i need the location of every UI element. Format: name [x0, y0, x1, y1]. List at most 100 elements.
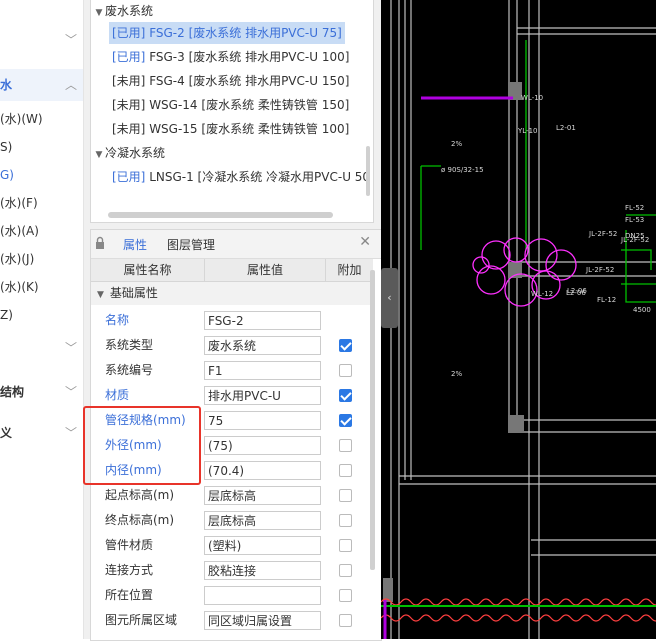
chevron-up-icon: ︿ [64, 78, 77, 92]
chevron-down-icon: ﹀ [64, 33, 77, 47]
property-name: 连接方式 [105, 563, 154, 577]
close-icon[interactable]: ✕ [359, 234, 371, 250]
lock-icon[interactable] [95, 236, 105, 250]
cad-label: ø 90S/32-15 [441, 166, 484, 174]
property-row: 终点标高(m) 层底标高 [91, 508, 373, 533]
nav-item-z[interactable]: Z) [0, 301, 83, 329]
attach-checkbox[interactable] [339, 489, 352, 502]
nav-item-f[interactable]: (水)(F) [0, 189, 83, 217]
caret-down-icon: ▼ [97, 290, 104, 300]
attach-checkbox[interactable] [339, 539, 352, 552]
left-nav: ﹀ 水 ︿ (水)(W) S) G) (水)(F) (水)(A) (水)(J) (… [0, 0, 84, 639]
property-name: 名称 [105, 313, 130, 327]
nav-item-s[interactable]: S) [0, 133, 83, 161]
attach-checkbox[interactable] [339, 614, 352, 627]
property-value-field[interactable]: (70.4) [204, 461, 321, 480]
cad-label: 4500 [633, 306, 651, 314]
tree-item[interactable]: [已用] LNSG-1 [冷凝水系统 冷凝水用PVC-U 50 [109, 166, 373, 188]
property-value-field[interactable]: 胶粘连接 [204, 561, 321, 580]
attach-checkbox[interactable] [339, 464, 352, 477]
property-value-field[interactable]: (塑料) [204, 536, 321, 555]
property-value-field[interactable]: (75) [204, 436, 321, 455]
nav-row-structure[interactable]: 结构 ﹀ [0, 378, 83, 406]
property-value-field[interactable]: 层底标高 [204, 511, 321, 530]
cad-label: JL-2F-52 [585, 266, 614, 274]
property-value-field[interactable]: F1 [204, 361, 321, 380]
cad-label: L2-06 [567, 287, 587, 295]
property-value-field[interactable]: 层底标高 [204, 486, 321, 505]
property-row: 所在位置 [91, 583, 373, 608]
nav-item-g[interactable]: G) [0, 161, 83, 189]
property-name: 所在位置 [105, 588, 154, 602]
property-value-field[interactable]: 废水系统 [204, 336, 321, 355]
property-value-field[interactable]: 同区域归属设置 [204, 611, 321, 630]
tab-properties[interactable]: 属性 [123, 236, 147, 253]
property-name: 图元所属区域 [105, 613, 178, 627]
pipe-tree: ▼ 废水系统 [已用] FSG-2 [废水系统 排水用PVC-U 75] [已用]… [90, 0, 374, 223]
property-name: 系统类型 [105, 338, 154, 352]
section-basic-props[interactable]: ▼ 基础属性 [91, 282, 373, 305]
cad-label: FL-53 [625, 216, 644, 224]
cad-label: FL-52 [625, 204, 644, 212]
attach-checkbox[interactable] [339, 564, 352, 577]
tree-group-waste[interactable]: ▼ 废水系统 [93, 0, 153, 22]
cad-label: WL-12 [531, 290, 553, 298]
cad-label: FL-12 [597, 296, 616, 304]
property-name: 管件材质 [105, 538, 154, 552]
caret-down-icon: ▼ [95, 8, 103, 18]
nav-item-j[interactable]: (水)(J) [0, 245, 83, 273]
attach-checkbox[interactable] [339, 364, 352, 377]
attach-checkbox[interactable] [339, 389, 352, 402]
nav-row-water[interactable]: 水 ︿ [0, 69, 83, 101]
property-name: 终点标高(m) [105, 513, 175, 527]
nav-row-collapsed-1[interactable]: ﹀ [0, 334, 83, 362]
nav-row-custom[interactable]: 义 ﹀ [0, 419, 83, 447]
tree-horizontal-scrollbar[interactable] [108, 212, 333, 218]
caret-down-icon: ▼ [95, 150, 103, 160]
attach-checkbox[interactable] [339, 589, 352, 602]
chevron-down-icon: ﹀ [64, 426, 77, 440]
property-row: 连接方式 胶粘连接 [91, 558, 373, 583]
panel-collapse-handle[interactable]: ‹ [381, 268, 398, 328]
cad-label: JL-2F-52 [588, 230, 617, 238]
property-row: 图元所属区域 同区域归属设置 [91, 608, 373, 633]
tree-item[interactable]: [未用] FSG-4 [废水系统 排水用PVC-U 150] [109, 70, 352, 92]
cad-label: WL-10 [521, 94, 543, 102]
tree-item[interactable]: [未用] WSG-15 [废水系统 柔性铸铁管 100] [109, 118, 352, 140]
chevron-down-icon: ﹀ [64, 341, 77, 355]
highlight-box [83, 406, 201, 485]
cad-canvas[interactable]: WL-10 L2-01 YL-10 2% ø 90S/32-15 L2-06 JL-2F-5… [381, 0, 656, 639]
nav-item-a[interactable]: (水)(A) [0, 217, 83, 245]
attach-checkbox[interactable] [339, 514, 352, 527]
tree-item[interactable]: [已用] FSG-3 [废水系统 排水用PVC-U 100] [109, 46, 352, 68]
property-value-field[interactable]: FSG-2 [204, 311, 321, 330]
property-value-field[interactable]: 75 [204, 411, 321, 430]
tab-layer-management[interactable]: 图层管理 [167, 236, 215, 253]
attach-checkbox[interactable] [339, 414, 352, 427]
property-row: 起点标高(m) 层底标高 [91, 483, 373, 508]
attach-checkbox[interactable] [339, 339, 352, 352]
panel-vertical-scrollbar[interactable] [370, 270, 375, 570]
property-value-field[interactable] [204, 586, 321, 605]
nav-item-k[interactable]: (水)(K) [0, 273, 83, 301]
cad-label: DN25 [625, 232, 645, 240]
tree-item[interactable]: [未用] WSG-14 [废水系统 柔性铸铁管 150] [109, 94, 352, 116]
cad-label: 2% [451, 140, 462, 148]
property-name: 材质 [105, 388, 130, 402]
property-row: 管件材质 (塑料) [91, 533, 373, 558]
attach-checkbox[interactable] [339, 439, 352, 452]
cad-label: 2% [451, 370, 462, 378]
property-row: 名称 FSG-2 [91, 308, 373, 333]
table-header: 属性名称 属性值 附加 [91, 259, 373, 282]
property-name: 起点标高(m) [105, 488, 175, 502]
tree-vertical-scrollbar[interactable] [366, 146, 370, 196]
property-row: 系统编号 F1 [91, 358, 373, 383]
property-value-field[interactable]: 排水用PVC-U [204, 386, 321, 405]
cad-label: L2-01 [556, 124, 576, 132]
tree-item[interactable]: [已用] FSG-2 [废水系统 排水用PVC-U 75] [109, 22, 345, 44]
nav-row-0[interactable]: ﹀ [0, 26, 83, 54]
cad-drawing: WL-10 L2-01 YL-10 2% ø 90S/32-15 L2-06 JL-2F-5… [381, 0, 656, 639]
tree-group-condensate[interactable]: ▼ 冷凝水系统 [93, 142, 165, 164]
property-row: 材质 排水用PVC-U [91, 383, 373, 408]
nav-item-w[interactable]: (水)(W) [0, 105, 83, 133]
